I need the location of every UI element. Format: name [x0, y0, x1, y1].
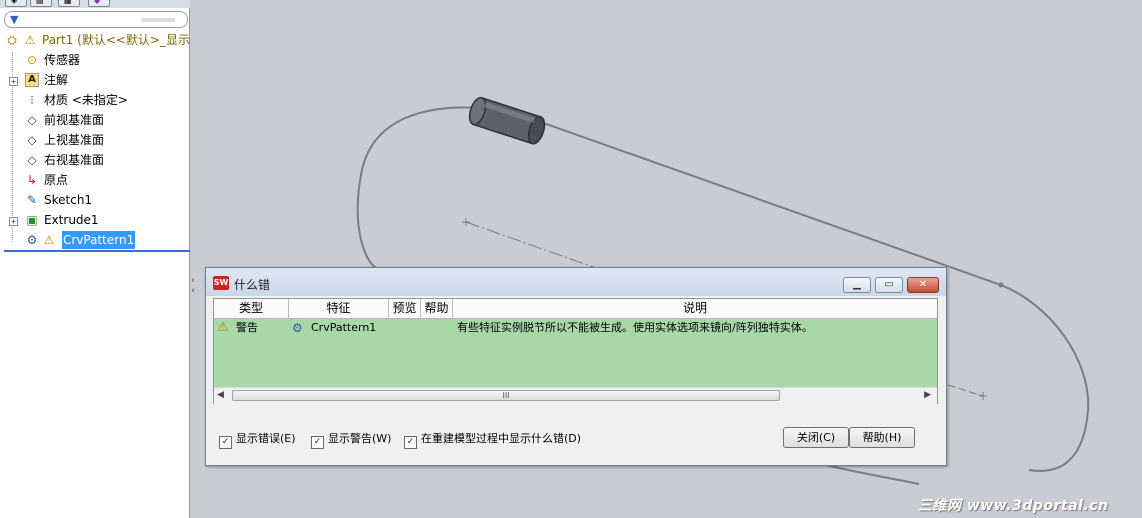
sensor-icon: ⊙ — [26, 53, 38, 67]
extrude-icon: ▣ — [26, 213, 38, 227]
expand-toggle-annotations[interactable]: + — [9, 77, 18, 86]
tree-root-part[interactable]: ⛭ ⚠ Part1 (默认<<默认>_显示 — [5, 31, 190, 49]
dialog-titlebar[interactable]: SW 什么错 ▁ ▭ ✕ — [206, 268, 946, 296]
plane-icon: ◇ — [27, 133, 37, 147]
sketch-point — [998, 282, 1004, 288]
tab-feature-manager[interactable]: ◈ — [5, 0, 27, 7]
minimize-button[interactable]: ▁ — [843, 277, 871, 293]
column-header-feature[interactable]: 特征 — [289, 299, 389, 318]
issue-list-body: ⚠ 警告 ⚙ CrvPattern1 有些特征实例脱节所以不能被生成。使用实体选… — [214, 319, 937, 387]
minimize-icon: ▁ — [853, 279, 861, 290]
plane-icon: ◇ — [27, 153, 37, 167]
plane-icon: ◇ — [27, 113, 37, 127]
column-header-help[interactable]: 帮助 — [421, 299, 453, 318]
column-header-preview[interactable]: 预览 — [389, 299, 421, 318]
configuration-tab-icon: ▦ — [64, 0, 72, 5]
column-header-description[interactable]: 说明 — [453, 299, 937, 318]
checkbox-check-icon: ✓ — [219, 436, 232, 449]
help-button[interactable]: 帮助(H) — [849, 427, 915, 448]
table-row[interactable]: ⚠ 警告 ⚙ CrvPattern1 有些特征实例脱节所以不能被生成。使用实体选… — [214, 319, 937, 337]
watermark: 三维网 www.3dportal.cn — [918, 498, 1109, 514]
what-is-wrong-dialog: SW 什么错 ▁ ▭ ✕ 类型 特征 预览 帮助 说明 ⚠ 警告 ⚙ CrvPa… — [205, 267, 947, 466]
curve-pattern-icon: ⚙ — [292, 321, 303, 335]
warning-icon: ⚠ — [24, 33, 36, 47]
curve-pattern-icon: ⚙ — [26, 233, 38, 247]
maximize-button[interactable]: ▭ — [875, 277, 903, 293]
tree-item-label: 材质 <未指定> — [44, 93, 128, 107]
row-description: 有些特征实例脱节所以不能被生成。使用实体选项来镜向/阵列独特实体。 — [457, 321, 813, 334]
display-tab-icon: ◆ — [94, 0, 101, 5]
show-during-rebuild-checkbox[interactable]: ✓ 在重建模型过程中显示什么错(D) — [404, 432, 582, 449]
sketch-centerline — [465, 221, 597, 269]
solidworks-logo-icon: SW — [213, 276, 229, 290]
dialog-title: 什么错 — [234, 278, 271, 292]
tab-configuration-manager[interactable]: ▦ — [58, 0, 80, 7]
checkbox-label: 显示错误(E) — [236, 432, 296, 445]
restore-icon: ▭ — [884, 279, 894, 290]
tree-item-label: 传感器 — [44, 53, 81, 67]
close-icon: ✕ — [918, 279, 928, 290]
tree-root-label: Part1 (默认<<默认>_显示 — [42, 33, 190, 47]
sketch-centerline-end — [947, 384, 984, 397]
tree-item-label: CrvPattern1 — [62, 231, 136, 249]
part-icon: ⛭ — [7, 33, 17, 47]
close-window-button[interactable]: ✕ — [907, 277, 939, 293]
property-tab-icon: ▤ — [36, 0, 44, 5]
issue-list-header: 类型 特征 预览 帮助 说明 — [214, 299, 937, 319]
filter-icon: ▼ — [10, 13, 19, 26]
scroll-left-arrow-icon[interactable]: ◀ — [217, 390, 224, 400]
show-errors-checkbox[interactable]: ✓ 显示错误(E) — [219, 432, 296, 449]
tree-item-label: 原点 — [44, 173, 69, 187]
tree-item-label: 上视基准面 — [44, 133, 105, 147]
material-icon: ⁝ — [30, 93, 34, 107]
feature-tree-tab-icon: ◈ — [11, 0, 18, 5]
tree-item-label: 右视基准面 — [44, 153, 105, 167]
scrollbar-thumb[interactable]: III — [232, 390, 780, 401]
issue-list: 类型 特征 预览 帮助 说明 ⚠ 警告 ⚙ CrvPattern1 有些特征实例… — [213, 298, 938, 404]
cylinder-body — [468, 96, 546, 145]
tree-item-label: Sketch1 — [44, 193, 93, 207]
tree-item-crvpattern1[interactable]: ⚙ ⚠ CrvPattern1 — [25, 231, 190, 249]
tree-item-label: Extrude1 — [44, 213, 99, 227]
tree-filter-input[interactable]: ▼ — [4, 11, 188, 28]
annotation-icon: A — [25, 73, 39, 87]
checkbox-label: 显示警告(W) — [328, 432, 392, 445]
horizontal-scrollbar[interactable]: ◀ III ▶ — [214, 387, 937, 404]
scroll-right-arrow-icon[interactable]: ▶ — [924, 390, 931, 400]
row-feature: CrvPattern1 — [311, 321, 377, 334]
rollback-bar[interactable] — [4, 250, 190, 252]
close-button[interactable]: 关闭(C) — [783, 427, 849, 448]
sketch-icon: ✎ — [26, 193, 38, 207]
panel-tab-bar: ◈ ▤ ▦ ◆ — [0, 0, 190, 8]
tree-item-label: 前视基准面 — [44, 113, 105, 127]
tree-item-label: 注解 — [44, 73, 69, 87]
checkbox-check-icon: ✓ — [404, 436, 417, 449]
row-type: 警告 — [236, 321, 258, 334]
checkbox-label: 在重建模型过程中显示什么错(D) — [421, 432, 582, 445]
origin-icon: ↳ — [26, 173, 38, 187]
show-warnings-checkbox[interactable]: ✓ 显示警告(W) — [311, 432, 392, 449]
warning-icon: ⚠ — [217, 320, 229, 335]
tab-property-manager[interactable]: ▤ — [30, 0, 52, 7]
warning-icon: ⚠ — [43, 233, 55, 247]
filter-slider[interactable] — [141, 18, 175, 22]
feature-manager-panel: ◈ ▤ ▦ ◆ ▼ ⛭ ⚠ Part1 (默认<<默认>_显示 ⊙ 传感器 + … — [0, 0, 190, 518]
tab-display-manager[interactable]: ◆ — [88, 0, 110, 7]
checkbox-check-icon: ✓ — [311, 436, 324, 449]
expand-toggle-extrude1[interactable]: + — [9, 217, 18, 226]
column-header-type[interactable]: 类型 — [214, 299, 289, 318]
